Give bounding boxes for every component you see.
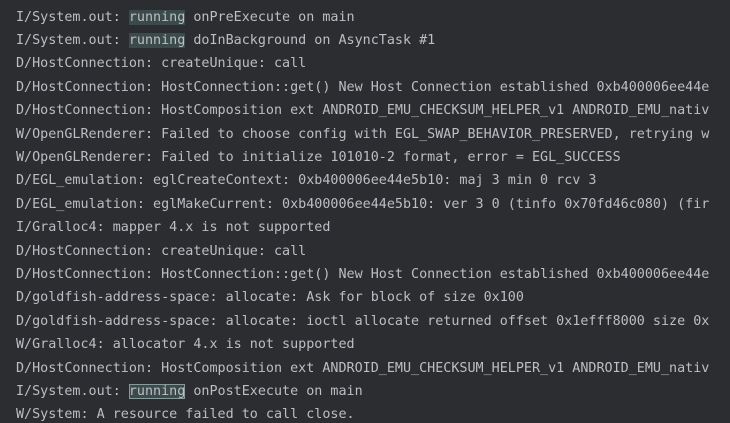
log-line-tag: I/System.out: <box>16 383 129 399</box>
log-line-text: D/goldfish-address-space: allocate: Ask … <box>16 290 524 306</box>
log-line-message: onPreExecute on main <box>185 9 355 25</box>
search-match-highlight[interactable]: running <box>128 9 186 25</box>
log-line-tag: I/System.out: <box>16 32 129 48</box>
log-line-text: D/HostConnection: createUnique: call <box>16 56 307 72</box>
search-match-highlight[interactable]: running <box>128 32 186 48</box>
log-line-text: D/HostConnection: HostConnection::get() … <box>16 79 710 95</box>
log-line-text: D/HostConnection: HostComposition ext AN… <box>16 103 710 119</box>
log-line: D/HostConnection: HostComposition ext AN… <box>0 357 730 380</box>
log-line: W/OpenGLRenderer: Failed to choose confi… <box>0 123 730 146</box>
log-line: D/HostConnection: HostConnection::get() … <box>0 76 730 99</box>
log-line: W/System: A resource failed to call clos… <box>0 403 730 423</box>
log-line: I/Gralloc4: mapper 4.x is not supported <box>0 216 730 239</box>
log-line-text: W/System: A resource failed to call clos… <box>16 407 355 423</box>
log-line-text: D/HostConnection: createUnique: call <box>16 243 307 259</box>
log-line: D/HostConnection: createUnique: call <box>0 52 730 75</box>
log-line-message: doInBackground on AsyncTask #1 <box>185 32 436 48</box>
log-line-text: D/EGL_emulation: eglCreateContext: 0xb40… <box>16 173 597 189</box>
log-line: D/HostConnection: HostConnection::get() … <box>0 263 730 286</box>
log-line-text: W/Gralloc4: allocator 4.x is not support… <box>16 337 355 353</box>
log-line: D/HostConnection: HostComposition ext AN… <box>0 99 730 122</box>
log-line: I/System.out: running doInBackground on … <box>0 29 730 52</box>
log-line-text: I/Gralloc4: mapper 4.x is not supported <box>16 220 331 236</box>
log-line-text: W/OpenGLRenderer: Failed to choose confi… <box>16 126 710 142</box>
log-line-text: D/HostConnection: HostConnection::get() … <box>16 266 710 282</box>
log-line: I/System.out: running onPostExecute on m… <box>0 380 730 403</box>
log-line-message: onPostExecute on main <box>185 383 363 399</box>
log-line-text: W/OpenGLRenderer: Failed to initialize 1… <box>16 149 621 165</box>
log-line: I/System.out: running onPreExecute on ma… <box>0 6 730 29</box>
log-line: D/HostConnection: createUnique: call <box>0 240 730 263</box>
log-line: W/Gralloc4: allocator 4.x is not support… <box>0 333 730 356</box>
log-line: D/goldfish-address-space: allocate: ioct… <box>0 310 730 333</box>
log-line-text: D/goldfish-address-space: allocate: ioct… <box>16 313 710 329</box>
log-line: D/EGL_emulation: eglMakeCurrent: 0xb4000… <box>0 193 730 216</box>
log-line: D/EGL_emulation: eglCreateContext: 0xb40… <box>0 169 730 192</box>
log-line: W/OpenGLRenderer: Failed to initialize 1… <box>0 146 730 169</box>
search-match-highlight[interactable]: running <box>128 383 186 399</box>
log-line-text: D/HostConnection: HostComposition ext AN… <box>16 360 710 376</box>
log-line-tag: I/System.out: <box>16 9 129 25</box>
log-line-text: D/EGL_emulation: eglMakeCurrent: 0xb4000… <box>16 196 710 212</box>
log-line: D/goldfish-address-space: allocate: Ask … <box>0 286 730 309</box>
logcat-console[interactable]: I/System.out: running onPreExecute on ma… <box>0 0 730 423</box>
